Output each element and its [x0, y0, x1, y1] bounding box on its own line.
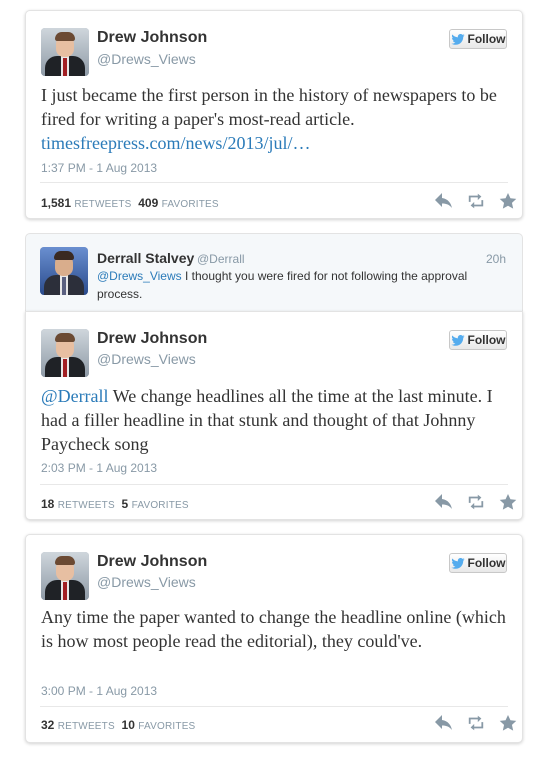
author-name[interactable]: Drew Johnson	[97, 29, 207, 47]
follow-button[interactable]: Follow	[449, 29, 507, 49]
favorite-count[interactable]: 409	[138, 196, 158, 210]
reply-icon[interactable]	[435, 494, 453, 510]
favorites-label: FAVORITES	[138, 721, 196, 732]
author-avatar[interactable]	[41, 552, 89, 600]
retweet-icon[interactable]	[467, 494, 485, 510]
tweet-stats: 1,581 RETWEETS 409 FAVORITES	[41, 196, 219, 210]
twitter-bird-icon	[450, 557, 465, 569]
tweet-actions	[435, 494, 517, 510]
in-reply-to-tweet[interactable]: Derrall Stalvey @Derrall 20h @Drews_View…	[25, 233, 523, 311]
tweet-card-3: Drew Johnson @Drews_Views Follow Any tim…	[25, 534, 523, 743]
reply-author-avatar[interactable]	[40, 247, 88, 295]
follow-label: Follow	[467, 556, 506, 570]
twitter-bird-icon	[450, 33, 465, 45]
retweet-icon[interactable]	[467, 193, 485, 209]
favorite-star-icon[interactable]	[499, 494, 517, 510]
divider	[40, 182, 508, 183]
retweet-count[interactable]: 32	[41, 718, 54, 732]
tweet-link[interactable]: timesfreepress.com/news/2013/jul/…	[41, 133, 310, 153]
author-avatar[interactable]	[41, 28, 89, 76]
author-handle[interactable]: @Drews_Views	[97, 574, 196, 590]
favorite-star-icon[interactable]	[499, 193, 517, 209]
tweet-timestamp[interactable]: 2:03 PM - 1 Aug 2013	[41, 461, 157, 475]
author-avatar[interactable]	[41, 329, 89, 377]
reply-time-ago[interactable]: 20h	[486, 252, 506, 266]
retweets-label: RETWEETS	[74, 199, 132, 210]
retweets-label: RETWEETS	[57, 721, 115, 732]
reply-icon[interactable]	[435, 193, 453, 209]
reply-text: @Drews_Views I thought you were fired fo…	[97, 267, 497, 303]
favorites-label: FAVORITES	[131, 500, 189, 511]
divider	[40, 706, 508, 707]
author-name[interactable]: Drew Johnson	[97, 330, 207, 348]
tweet-body: We change headlines all the time at the …	[41, 386, 493, 454]
author-handle[interactable]: @Drews_Views	[97, 51, 196, 67]
tweet-body: Any time the paper wanted to change the …	[41, 607, 506, 651]
retweet-count[interactable]: 1,581	[41, 196, 71, 210]
reply-author-handle[interactable]: @Derrall	[197, 252, 245, 266]
tweet-timestamp[interactable]: 1:37 PM - 1 Aug 2013	[41, 161, 157, 175]
tweet-card-1: Drew Johnson @Drews_Views Follow I just …	[25, 10, 523, 219]
favorite-count[interactable]: 5	[122, 497, 129, 511]
retweets-label: RETWEETS	[57, 500, 115, 511]
tweet-actions	[435, 193, 517, 209]
reply-author-name[interactable]: Derrall Stalvey	[97, 250, 194, 266]
retweet-count[interactable]: 18	[41, 497, 54, 511]
tweet-text: I just became the first person in the hi…	[41, 83, 511, 155]
author-name[interactable]: Drew Johnson	[97, 553, 207, 571]
retweet-icon[interactable]	[467, 715, 485, 731]
reply-mention[interactable]: @Drews_Views	[97, 269, 182, 283]
tweet-text: Any time the paper wanted to change the …	[41, 605, 511, 653]
follow-label: Follow	[467, 333, 506, 347]
tweet-mention[interactable]: @Derrall	[41, 386, 109, 406]
follow-button[interactable]: Follow	[449, 553, 507, 573]
tweet-actions	[435, 715, 517, 731]
author-handle[interactable]: @Drews_Views	[97, 351, 196, 367]
follow-button[interactable]: Follow	[449, 330, 507, 350]
tweet-body: I just became the first person in the hi…	[41, 85, 497, 129]
tweet-card-2: Drew Johnson @Drews_Views Follow @Derral…	[25, 311, 523, 520]
divider	[40, 484, 508, 485]
twitter-bird-icon	[450, 334, 465, 346]
reply-icon[interactable]	[435, 715, 453, 731]
follow-label: Follow	[467, 32, 506, 46]
tweet-stats: 32 RETWEETS 10 FAVORITES	[41, 718, 195, 732]
favorite-count[interactable]: 10	[122, 718, 135, 732]
favorites-label: FAVORITES	[161, 199, 219, 210]
tweet-timestamp[interactable]: 3:00 PM - 1 Aug 2013	[41, 684, 157, 698]
favorite-star-icon[interactable]	[499, 715, 517, 731]
tweet-stats: 18 RETWEETS 5 FAVORITES	[41, 497, 189, 511]
tweet-text: @Derrall We change headlines all the tim…	[41, 384, 511, 456]
